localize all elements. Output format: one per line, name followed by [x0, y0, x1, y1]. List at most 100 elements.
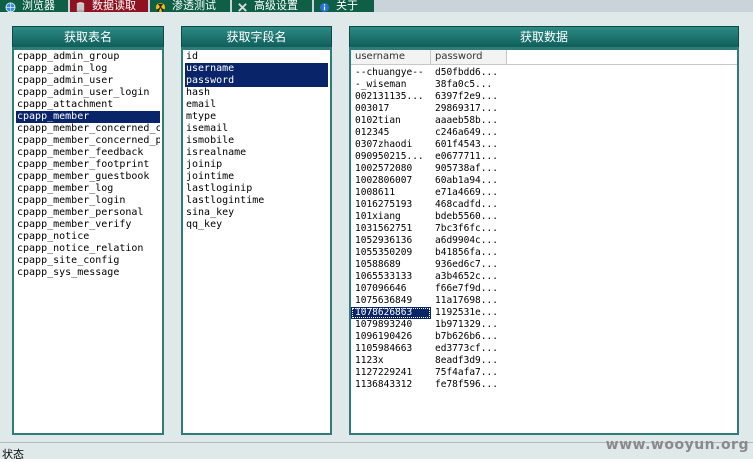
fields-listbox[interactable]: id username password hash email mtype isemail i… [181, 47, 332, 435]
field-list-item[interactable]: isrealname [185, 147, 328, 159]
cell-username[interactable]: 107096646 [351, 283, 431, 295]
cell-password[interactable]: a6d9904c... [431, 235, 507, 247]
cell-username[interactable]: 10588689 [351, 259, 431, 271]
cell-password[interactable]: 7bc3f6fc... [431, 223, 507, 235]
table-row[interactable]: 1078626863 1192531e... [351, 307, 737, 319]
table-row[interactable]: 1052936136 a6d9904c... [351, 235, 737, 247]
table-row[interactable]: 10588689 936ed6c7... [351, 259, 737, 271]
table-list-item[interactable]: cpapp_member_login [16, 195, 160, 207]
field-list-item[interactable]: joinip [185, 159, 328, 171]
cell-username[interactable]: 1002572080 [351, 163, 431, 175]
table-row[interactable]: 012345 c246a649... [351, 127, 737, 139]
table-list-item[interactable]: cpapp_member_guestbook [16, 171, 160, 183]
table-row[interactable]: 1105984663 ed3773cf... [351, 343, 737, 355]
table-row[interactable]: 1136843312 fe78f596... [351, 379, 737, 391]
table-list-item[interactable]: cpapp_member_concerned_c [16, 123, 160, 135]
field-list-item[interactable]: email [185, 99, 328, 111]
cell-username[interactable]: 1016275193 [351, 199, 431, 211]
cell-username[interactable]: 002131135... [351, 91, 431, 103]
data-grid[interactable]: username password --chuangye-- d50fbdd6..… [349, 47, 739, 435]
cell-password[interactable]: e0677711... [431, 151, 507, 163]
cell-password[interactable]: d50fbdd6... [431, 67, 507, 79]
table-list-item[interactable]: cpapp_admin_user [16, 75, 160, 87]
table-row[interactable]: -_wiseman 38fa0c5... [351, 79, 737, 91]
column-header-username[interactable]: username [351, 50, 431, 64]
field-list-item[interactable]: jointime [185, 171, 328, 183]
cell-username[interactable]: 1105984663 [351, 343, 431, 355]
table-list-item[interactable]: cpapp_notice_relation [16, 243, 160, 255]
table-list-item[interactable]: cpapp_member_log [16, 183, 160, 195]
field-list-item[interactable]: isemail [185, 123, 328, 135]
cell-username[interactable]: 003017 [351, 103, 431, 115]
cell-username[interactable]: 1079893240 [351, 319, 431, 331]
table-list-item[interactable]: cpapp_sys_message [16, 267, 160, 279]
cell-password[interactable]: 905738af... [431, 163, 507, 175]
cell-password[interactable]: f66e7f9d... [431, 283, 507, 295]
table-row[interactable]: --chuangye-- d50fbdd6... [351, 67, 737, 79]
table-row[interactable]: 1079893240 1b971329... [351, 319, 737, 331]
field-list-item[interactable]: hash [185, 87, 328, 99]
field-list-item[interactable]: qq_key [185, 219, 328, 231]
cell-password[interactable]: 11a17698... [431, 295, 507, 307]
table-row[interactable]: 1096190426 b7b626b6... [351, 331, 737, 343]
cell-username[interactable]: 1075636849 [351, 295, 431, 307]
table-list-item[interactable]: cpapp_admin_log [16, 63, 160, 75]
cell-username[interactable]: 1031562751 [351, 223, 431, 235]
field-list-item[interactable]: ismobile [185, 135, 328, 147]
table-list-item[interactable]: cpapp_member [16, 111, 160, 123]
table-row[interactable]: 1127229241 75f4afa7... [351, 367, 737, 379]
field-list-item[interactable]: sina_key [185, 207, 328, 219]
table-row[interactable]: 090950215... e0677711... [351, 151, 737, 163]
field-list-item[interactable]: lastlogintime [185, 195, 328, 207]
cell-password[interactable]: ed3773cf... [431, 343, 507, 355]
cell-username[interactable]: 1123x [351, 355, 431, 367]
cell-password[interactable]: a3b4652c... [431, 271, 507, 283]
cell-username[interactable]: 1096190426 [351, 331, 431, 343]
table-list-item[interactable]: cpapp_site_config [16, 255, 160, 267]
tab-advanced-settings[interactable]: 高级设置 [232, 0, 312, 12]
table-list-item[interactable]: cpapp_member_feedback [16, 147, 160, 159]
cell-username[interactable]: --chuangye-- [351, 67, 431, 79]
tables-listbox[interactable]: cpapp_admin_group cpapp_admin_log cpapp_ad… [12, 47, 164, 435]
cell-username[interactable]: 090950215... [351, 151, 431, 163]
cell-password[interactable]: 468cadfd... [431, 199, 507, 211]
field-list-item[interactable]: id [185, 51, 328, 63]
table-row[interactable]: 1008611 e71a4669... [351, 187, 737, 199]
cell-username[interactable]: -_wiseman [351, 79, 431, 91]
table-row[interactable]: 1002806007 60ab1a94... [351, 175, 737, 187]
table-list-item[interactable]: cpapp_admin_user_login [16, 87, 160, 99]
column-header-password[interactable]: password [431, 50, 507, 64]
table-row[interactable]: 107096646 f66e7f9d... [351, 283, 737, 295]
cell-username[interactable]: 1136843312 [351, 379, 431, 391]
cell-username[interactable]: 101xiang [351, 211, 431, 223]
cell-username[interactable]: 1055350209 [351, 247, 431, 259]
table-row[interactable]: 1055350209 b41856fa... [351, 247, 737, 259]
cell-username[interactable]: 012345 [351, 127, 431, 139]
field-list-item[interactable]: mtype [185, 111, 328, 123]
cell-username[interactable]: 1078626863 [351, 307, 431, 319]
table-list-item[interactable]: cpapp_member_footprint [16, 159, 160, 171]
cell-password[interactable]: 29869317... [431, 103, 507, 115]
cell-username[interactable]: 1002806007 [351, 175, 431, 187]
cell-username[interactable]: 0307zhaodi [351, 139, 431, 151]
table-list-item[interactable]: cpapp_admin_group [16, 51, 160, 63]
tab-data-read[interactable]: 数据读取 [70, 0, 148, 12]
cell-username[interactable]: 1065533133 [351, 271, 431, 283]
cell-password[interactable]: 1192531e... [431, 307, 507, 319]
field-list-item[interactable]: username [185, 63, 328, 75]
cell-password[interactable]: bdeb5560... [431, 211, 507, 223]
table-row[interactable]: 1031562751 7bc3f6fc... [351, 223, 737, 235]
cell-password[interactable]: 38fa0c5... [431, 79, 507, 91]
table-list-item[interactable]: cpapp_notice [16, 231, 160, 243]
cell-password[interactable]: 60ab1a94... [431, 175, 507, 187]
cell-password[interactable]: 6397f2e9... [431, 91, 507, 103]
field-list-item[interactable]: password [185, 75, 328, 87]
table-row[interactable]: 002131135... 6397f2e9... [351, 91, 737, 103]
tab-browser[interactable]: 浏览器 [0, 0, 68, 12]
cell-password[interactable]: 8eadf3d9... [431, 355, 507, 367]
table-list-item[interactable]: cpapp_attachment [16, 99, 160, 111]
table-row[interactable]: 003017 29869317... [351, 103, 737, 115]
table-list-item[interactable]: cpapp_member_verify [16, 219, 160, 231]
table-row[interactable]: 1123x 8eadf3d9... [351, 355, 737, 367]
table-list-item[interactable]: cpapp_member_concerned_p [16, 135, 160, 147]
